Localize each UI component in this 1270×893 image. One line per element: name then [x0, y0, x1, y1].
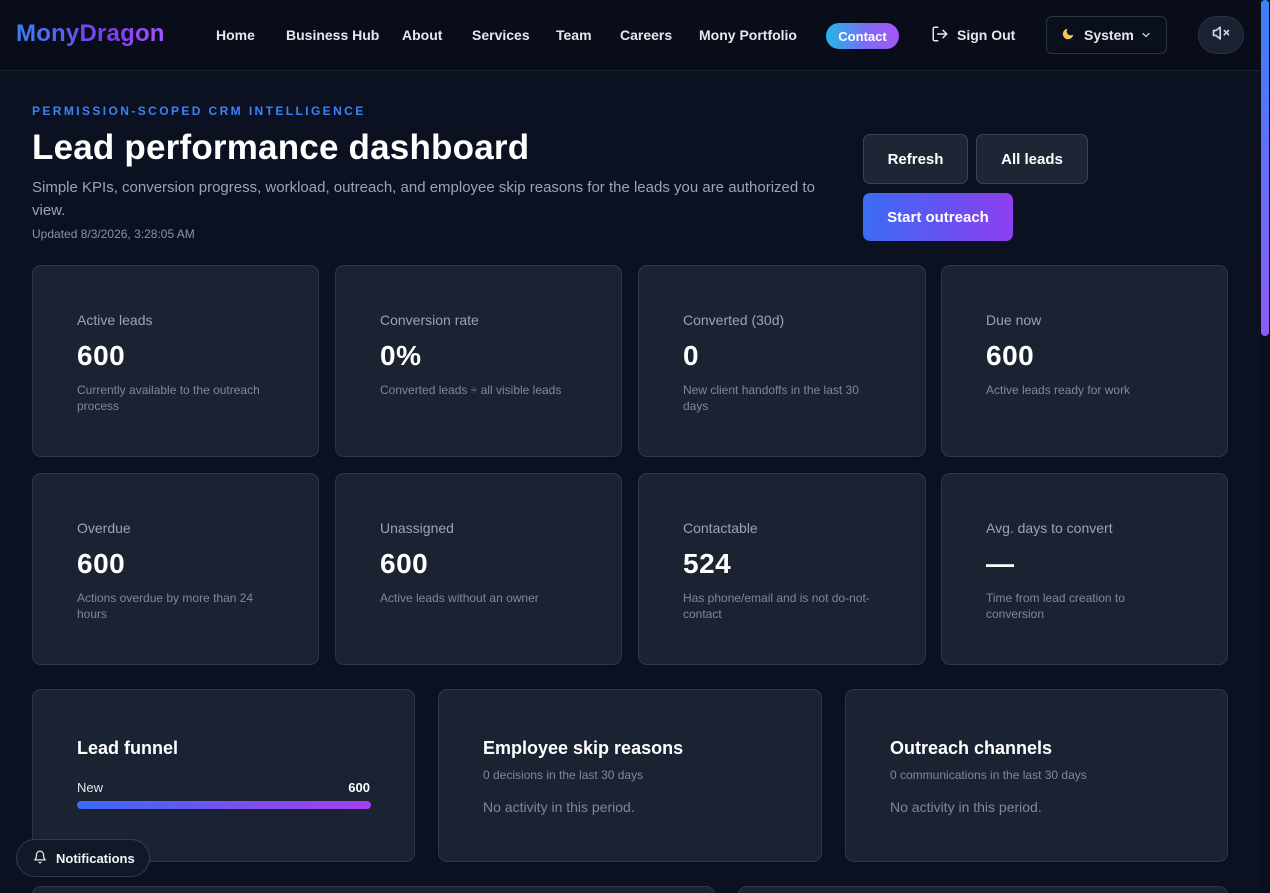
kpi-card-unassigned: Unassigned 600 Active leads without an o…: [335, 473, 622, 665]
kpi-label: Due now: [986, 312, 1042, 328]
kpi-value: 0%: [380, 340, 422, 371]
page-subtitle: Simple KPIs, conversion progress, worklo…: [32, 179, 815, 219]
funnel-progress-fill: [77, 801, 371, 809]
kpi-value: 0: [683, 340, 700, 371]
kpi-card-converted-30d: Converted (30d) 0 New client handoffs in…: [638, 265, 926, 457]
empty-state: No activity in this period.: [890, 799, 1042, 815]
kpi-card-conversion-rate: Conversion rate 0% Converted leads ÷ all…: [335, 265, 622, 457]
kpi-label: Active leads: [77, 312, 153, 328]
kpi-description: Active leads ready for work: [986, 383, 1131, 397]
panel-title: Lead funnel: [77, 738, 179, 758]
kpi-description: New client handoffs in the last 30 days: [683, 383, 859, 413]
sign-out-button[interactable]: Sign Out: [931, 25, 1015, 45]
kpi-description: Converted leads ÷ all visible leads: [380, 383, 562, 397]
kpi-value: 600: [380, 548, 429, 579]
kpi-card-due-now: Due now 600 Active leads ready for work: [941, 265, 1228, 457]
funnel-progress-track: [77, 801, 371, 809]
kpi-label: Contactable: [683, 520, 758, 536]
nav-link-about[interactable]: About: [402, 27, 442, 43]
sign-out-icon: [931, 25, 949, 46]
kpi-card-contactable: Contactable 524 Has phone/email and is n…: [638, 473, 926, 665]
sign-out-label: Sign Out: [957, 27, 1016, 43]
speaker-muted-icon: [1211, 23, 1231, 48]
bell-icon: [33, 850, 47, 867]
mute-toggle-button[interactable]: [1198, 16, 1244, 54]
all-leads-button[interactable]: All leads: [976, 134, 1088, 184]
top-navbar: MonyDragon Home Business Hub About Servi…: [0, 0, 1260, 71]
employee-skip-reasons-panel: Employee skip reasons 0 decisions in the…: [438, 689, 822, 862]
kpi-label: Avg. days to convert: [986, 520, 1113, 536]
panel-title: Employee skip reasons: [483, 738, 684, 758]
nav-link-mony-portfolio[interactable]: Mony Portfolio: [699, 27, 797, 43]
kpi-value: 600: [77, 548, 126, 579]
brand-logo[interactable]: MonyDragon: [16, 20, 165, 48]
nav-link-services[interactable]: Services: [472, 27, 530, 43]
contact-button[interactable]: Contact: [826, 23, 899, 49]
page-eyebrow: PERMISSION-SCOPED CRM INTELLIGENCE: [32, 104, 366, 118]
empty-state: No activity in this period.: [483, 799, 635, 815]
kpi-description: Has phone/email and is not do-not-contac…: [683, 591, 870, 621]
kpi-value: 600: [77, 340, 126, 371]
kpi-card-active-leads: Active leads 600 Currently available to …: [32, 265, 319, 457]
panel-subtitle: 0 communications in the last 30 days: [890, 768, 1087, 782]
updated-timestamp: Updated 8/3/2026, 3:28:05 AM: [32, 227, 195, 241]
start-outreach-button[interactable]: Start outreach: [863, 193, 1013, 241]
outreach-channels-panel: Outreach channels 0 communications in th…: [845, 689, 1228, 862]
kpi-card-overdue: Overdue 600 Actions overdue by more than…: [32, 473, 319, 665]
funnel-stage-label: New: [77, 780, 104, 795]
panel-title: Outreach channels: [890, 738, 1053, 758]
kpi-label: Overdue: [77, 520, 131, 536]
kpi-label: Conversion rate: [380, 312, 479, 328]
notifications-label: Notifications: [56, 850, 135, 866]
theme-select-value: System: [1084, 27, 1134, 43]
refresh-button[interactable]: Refresh: [863, 134, 968, 184]
page-title: Lead performance dashboard: [32, 128, 530, 167]
nav-link-home[interactable]: Home: [216, 27, 255, 43]
nav-link-business-hub[interactable]: Business Hub: [286, 27, 379, 43]
scrollbar-thumb[interactable]: [1261, 0, 1269, 336]
kpi-value: —: [986, 548, 1015, 579]
panel-subtitle: 0 decisions in the last 30 days: [483, 768, 644, 782]
funnel-stage-count: 600: [348, 780, 370, 795]
kpi-description: Currently available to the outreach proc…: [77, 383, 260, 413]
theme-select[interactable]: System: [1046, 16, 1167, 54]
kpi-card-avg-days-to-convert: Avg. days to convert — Time from lead cr…: [941, 473, 1228, 665]
kpi-value: 524: [683, 548, 732, 579]
chevron-down-icon: [1140, 28, 1152, 44]
kpi-description: Active leads without an owner: [380, 591, 539, 605]
kpi-value: 600: [986, 340, 1035, 371]
kpi-description: Actions overdue by more than 24 hours: [77, 591, 254, 621]
kpi-description: Time from lead creation to conversion: [986, 591, 1125, 621]
notifications-button[interactable]: Notifications: [16, 839, 150, 877]
nav-link-team[interactable]: Team: [556, 27, 592, 43]
bottom-panel-left: [32, 886, 715, 893]
kpi-label: Converted (30d): [683, 312, 785, 328]
moon-icon: [1061, 27, 1075, 44]
kpi-label: Unassigned: [380, 520, 454, 536]
nav-link-careers[interactable]: Careers: [620, 27, 672, 43]
bottom-panel-right: [738, 886, 1228, 893]
lead-funnel-panel: Lead funnel New 600: [32, 689, 415, 862]
